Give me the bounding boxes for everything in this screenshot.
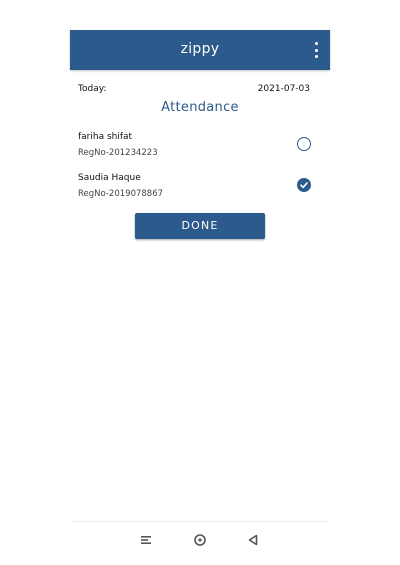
attendance-radio[interactable] [297, 137, 311, 151]
page-title: Attendance [161, 100, 239, 115]
app-title: zippy [180, 41, 220, 57]
check-icon [300, 182, 308, 189]
list-item: fariha shifat RegNo-201234223 [78, 132, 318, 164]
back-icon[interactable] [246, 532, 260, 546]
app-bar: zippy [70, 30, 330, 70]
student-name: Saudia Haque [78, 173, 141, 183]
system-nav-bar [70, 521, 330, 556]
today-label: Today: [78, 84, 107, 94]
student-reg-no: RegNo-201234223 [78, 148, 158, 158]
list-item: Saudia Haque RegNo-2019078867 [78, 173, 318, 205]
student-name: fariha shifat [78, 132, 133, 142]
done-button[interactable]: DONE [135, 213, 265, 239]
app-screen: zippy Today: 2021-07-03 Attendance farih… [70, 30, 330, 565]
attendance-radio-checked[interactable] [297, 178, 311, 192]
home-icon[interactable] [193, 532, 207, 546]
menu-icon[interactable] [139, 532, 153, 546]
student-reg-no: RegNo-2019078867 [78, 189, 164, 199]
today-date: 2021-07-03 [257, 84, 310, 94]
more-vert-icon[interactable] [312, 42, 320, 58]
